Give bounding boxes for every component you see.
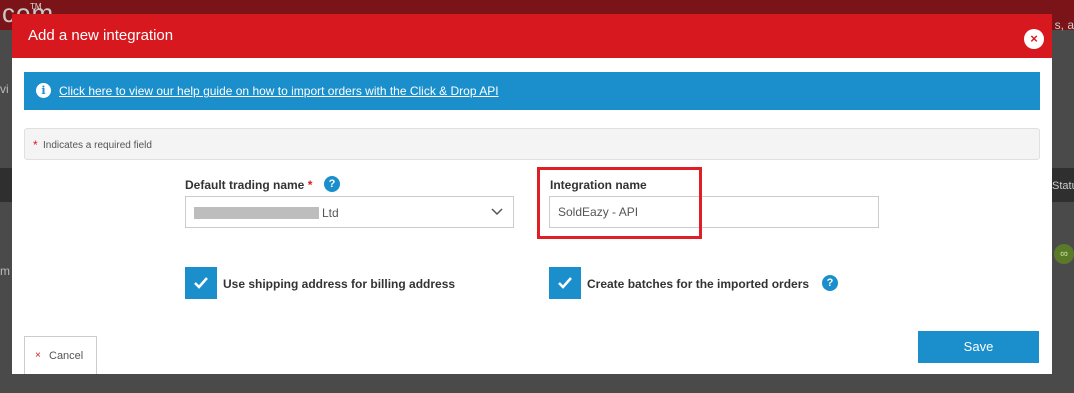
background-left-text: vi [0,82,9,96]
billing-address-checkbox[interactable] [185,267,217,299]
cancel-icon: × [35,350,41,361]
cancel-label: Cancel [49,350,84,362]
help-banner: i Click here to view our help guide on h… [24,72,1040,110]
check-icon [194,277,208,289]
background-topbar-text: s, a [1054,18,1074,32]
trading-name-value: Ltd [322,206,339,220]
create-batches-help-icon[interactable]: ? [822,275,838,291]
info-icon: i [36,83,51,98]
required-field-note: * Indicates a required field [24,128,1040,160]
trading-name-help-icon[interactable]: ? [324,176,340,192]
create-batches-checkbox[interactable] [549,267,581,299]
required-note-text: Indicates a required field [43,140,152,151]
close-button[interactable]: × [1024,29,1044,49]
integration-name-input[interactable] [549,196,879,228]
background-table-header-left [0,168,12,202]
close-icon: × [1030,31,1038,46]
add-integration-modal: Add a new integration × i Click here to … [12,14,1052,374]
redacted-text [194,207,319,219]
background-status-header: Statu [1052,180,1074,192]
background-left-text-2: m [0,264,10,278]
cancel-button[interactable]: × Cancel [24,336,97,374]
modal-header: Add a new integration × [12,14,1052,58]
required-star: * [33,138,38,152]
help-guide-link[interactable]: Click here to view our help guide on how… [59,84,499,98]
trading-name-label-text: Default trading name [185,178,305,192]
check-icon [558,277,572,289]
billing-address-label[interactable]: Use shipping address for billing address [223,277,455,291]
trading-name-required-star: * [307,178,313,192]
create-batches-label[interactable]: Create batches for the imported orders [587,277,809,291]
link-icon: ∞ [1054,244,1074,264]
modal-title: Add a new integration [28,27,174,44]
chevron-down-icon [491,208,503,216]
trading-name-label: Default trading name * [185,178,312,192]
save-button[interactable]: Save [918,331,1039,363]
trading-name-select[interactable]: Ltd [185,196,514,228]
integration-name-label: Integration name [550,178,647,192]
background-logo-tm: TM [30,2,42,11]
